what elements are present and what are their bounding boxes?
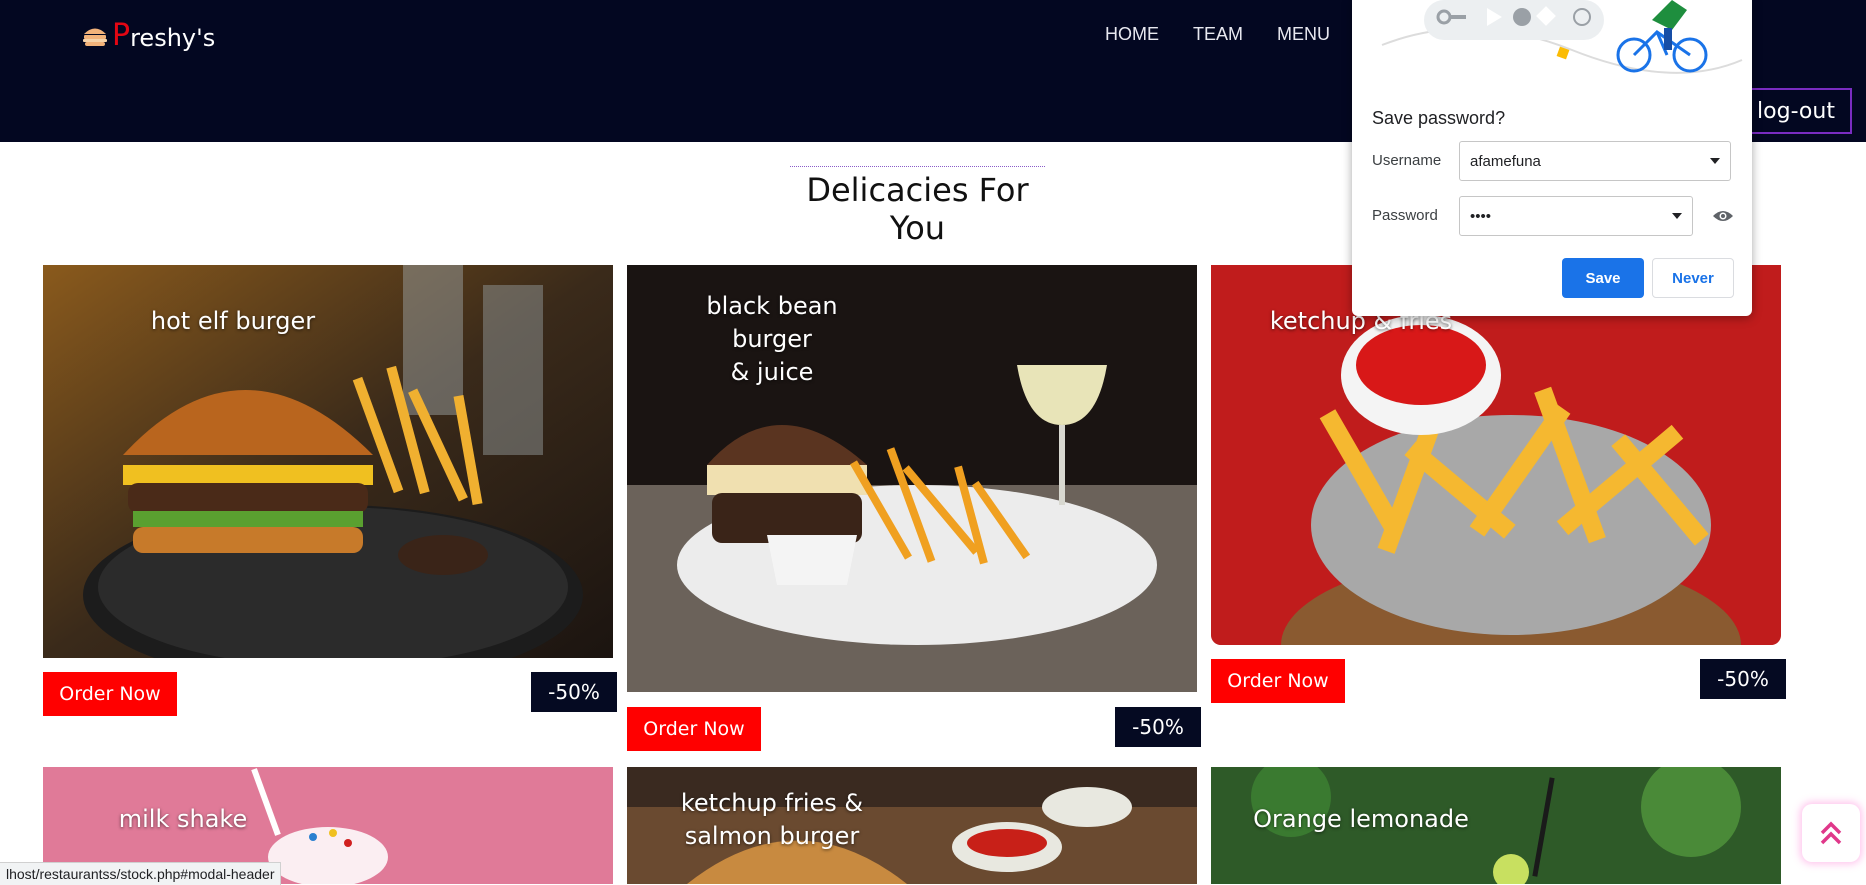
menu-card-salmon-burger: ketchup fries & salmon burger bbox=[627, 767, 1197, 884]
order-now-button[interactable]: Order Now bbox=[627, 707, 761, 751]
main-nav: HOME TEAM MENU bbox=[1105, 24, 1330, 45]
brand-name: reshy's bbox=[130, 23, 216, 52]
menu-card-hot-elf-burger: hot elf burger bbox=[43, 265, 613, 658]
card-caption: ketchup fries & salmon burger bbox=[680, 789, 864, 850]
card-caption: Orange lemonade bbox=[1253, 805, 1469, 833]
save-password-dialog: Save password? Username afamefuna Passwo… bbox=[1352, 0, 1752, 316]
brand-logo[interactable]: P reshy's bbox=[82, 18, 215, 53]
save-button[interactable]: Save bbox=[1562, 258, 1644, 298]
username-field[interactable]: afamefuna bbox=[1459, 141, 1731, 181]
eye-icon[interactable] bbox=[1712, 208, 1734, 224]
nav-team[interactable]: TEAM bbox=[1193, 24, 1243, 45]
menu-card-black-bean-burger: black bean burger & juice bbox=[627, 265, 1197, 692]
username-label: Username bbox=[1372, 152, 1442, 169]
status-bar-url: lhost/restaurantss/stock.php#modal-heade… bbox=[0, 862, 282, 885]
password-label: Password bbox=[1372, 207, 1438, 224]
password-illustration bbox=[1381, 0, 1743, 74]
order-now-button[interactable]: Order Now bbox=[1211, 659, 1345, 703]
card-caption: black bean burger & juice bbox=[706, 292, 838, 386]
brand-initial: P bbox=[112, 18, 131, 53]
card-caption: milk shake bbox=[118, 805, 248, 833]
dialog-title: Save password? bbox=[1372, 108, 1506, 128]
username-value: afamefuna bbox=[1470, 152, 1541, 170]
menu-card-ketchup-fries: ketchup & fries bbox=[1211, 265, 1781, 645]
order-now-button[interactable]: Order Now bbox=[43, 672, 177, 716]
password-field[interactable]: •••• bbox=[1459, 196, 1693, 236]
section-title: Delicacies For You bbox=[790, 166, 1045, 247]
nav-menu[interactable]: MENU bbox=[1277, 24, 1330, 45]
discount-badge: -50% bbox=[1700, 659, 1786, 699]
scroll-to-top-button[interactable] bbox=[1802, 804, 1860, 862]
discount-badge: -50% bbox=[531, 672, 617, 712]
menu-card-orange-lemonade: Orange lemonade bbox=[1211, 767, 1781, 884]
double-chevron-up-icon bbox=[1820, 821, 1842, 845]
burger-logo-icon bbox=[83, 28, 107, 46]
nav-home[interactable]: HOME bbox=[1105, 24, 1159, 45]
dropdown-caret-icon bbox=[1710, 158, 1720, 164]
never-button[interactable]: Never bbox=[1652, 258, 1734, 298]
logout-button[interactable]: log-out bbox=[1740, 88, 1852, 134]
password-value: •••• bbox=[1470, 207, 1492, 225]
card-caption: hot elf burger bbox=[150, 307, 316, 335]
dropdown-caret-icon bbox=[1672, 213, 1682, 219]
discount-badge: -50% bbox=[1115, 707, 1201, 747]
